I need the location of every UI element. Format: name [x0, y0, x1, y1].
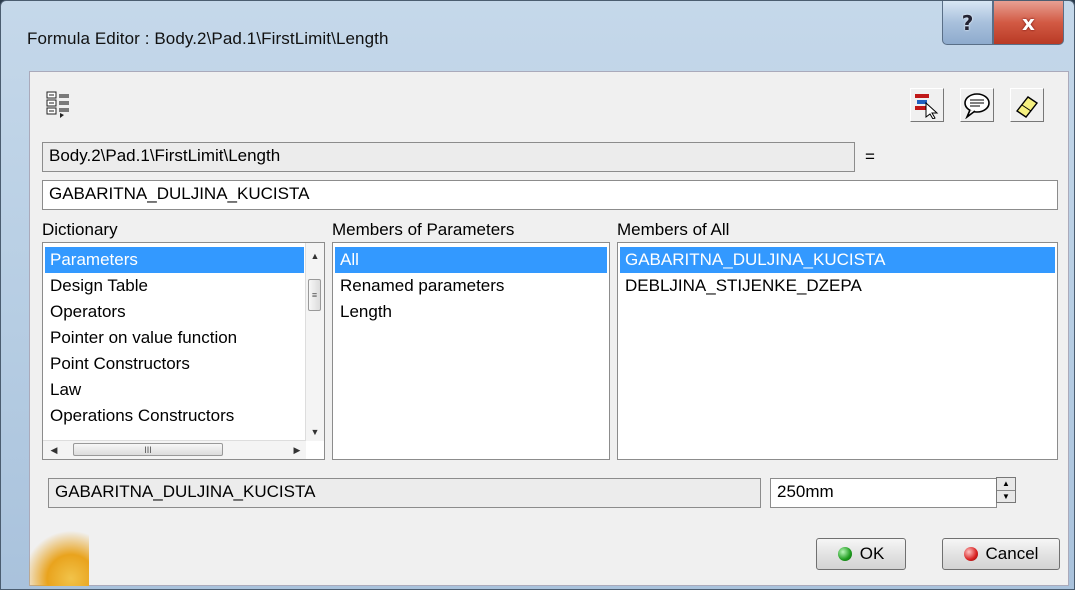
all-member-item[interactable]: DEBLJINA_STIJENKE_DZEPA: [620, 273, 1055, 299]
spin-down-icon[interactable]: ▼: [997, 491, 1015, 503]
formula-tree-icon[interactable]: [42, 88, 76, 122]
cancel-icon: [963, 547, 978, 561]
scroll-right-arrow-icon[interactable]: ▶: [288, 441, 306, 459]
selected-name-field: GABARITNA_DULJINA_KUCISTA: [48, 478, 761, 508]
cancel-button[interactable]: Cancel: [942, 538, 1060, 570]
members-of-parameters-header: Members of Parameters: [332, 220, 515, 239]
scroll-up-arrow-icon[interactable]: ▲: [306, 247, 324, 265]
parameter-path-field: Body.2\Pad.1\FirstLimit\Length: [42, 142, 855, 172]
scroll-thumb[interactable]: ≡: [308, 279, 321, 311]
title-bar[interactable]: Formula Editor : Body.2\Pad.1\FirstLimit…: [1, 1, 1074, 57]
equals-label: =: [865, 147, 875, 166]
close-button[interactable]: x: [993, 1, 1064, 45]
select-member-icon[interactable]: [910, 88, 944, 122]
ok-icon: [837, 547, 852, 561]
dictionary-item[interactable]: Pointer on value function: [45, 325, 304, 351]
dictionary-item[interactable]: Operators: [45, 299, 304, 325]
all-member-item[interactable]: GABARITNA_DULJINA_KUCISTA: [620, 247, 1055, 273]
value-spinner[interactable]: ▲ ▼: [996, 477, 1016, 503]
members-of-parameters-list[interactable]: All Renamed parameters Length: [332, 242, 610, 460]
scroll-left-arrow-icon[interactable]: ◀: [45, 441, 63, 459]
dictionary-item[interactable]: Point Constructors: [45, 351, 304, 377]
dictionary-item[interactable]: Law: [45, 377, 304, 403]
dictionary-item[interactable]: Parameters: [45, 247, 304, 273]
cancel-label: Cancel: [985, 544, 1039, 563]
members-of-all-header: Members of All: [617, 220, 730, 239]
dictionary-header: Dictionary: [42, 220, 118, 239]
value-input[interactable]: 250mm: [770, 478, 997, 508]
background-decoration: [29, 511, 89, 586]
parameter-member-item[interactable]: Length: [335, 299, 607, 325]
dictionary-horizontal-scrollbar[interactable]: ◀ III ▶: [43, 440, 306, 459]
eraser-icon[interactable]: [1010, 88, 1044, 122]
members-of-all-list[interactable]: GABARITNA_DULJINA_KUCISTA DEBLJINA_STIJE…: [617, 242, 1058, 460]
ok-label: OK: [859, 544, 885, 563]
dialog-body: Body.2\Pad.1\FirstLimit\Length = GABARIT…: [29, 71, 1069, 586]
dictionary-list[interactable]: Parameters Design Table Operators Pointe…: [42, 242, 325, 460]
parameter-member-item[interactable]: All: [335, 247, 607, 273]
spin-up-icon[interactable]: ▲: [997, 478, 1015, 491]
comment-icon[interactable]: [960, 88, 994, 122]
parameter-member-item[interactable]: Renamed parameters: [335, 273, 607, 299]
formula-input[interactable]: GABARITNA_DULJINA_KUCISTA: [42, 180, 1058, 210]
ok-button[interactable]: OK: [816, 538, 906, 570]
window-title: Formula Editor : Body.2\Pad.1\FirstLimit…: [27, 29, 389, 48]
help-button[interactable]: ?: [942, 1, 993, 45]
dictionary-item[interactable]: Design Table: [45, 273, 304, 299]
dictionary-item[interactable]: Operations Constructors: [45, 403, 304, 429]
formula-editor-window: Formula Editor : Body.2\Pad.1\FirstLimit…: [0, 0, 1075, 590]
dictionary-vertical-scrollbar[interactable]: ▲ ≡ ▼: [305, 243, 324, 441]
scroll-thumb[interactable]: III: [73, 443, 223, 456]
scroll-down-arrow-icon[interactable]: ▼: [306, 423, 324, 441]
